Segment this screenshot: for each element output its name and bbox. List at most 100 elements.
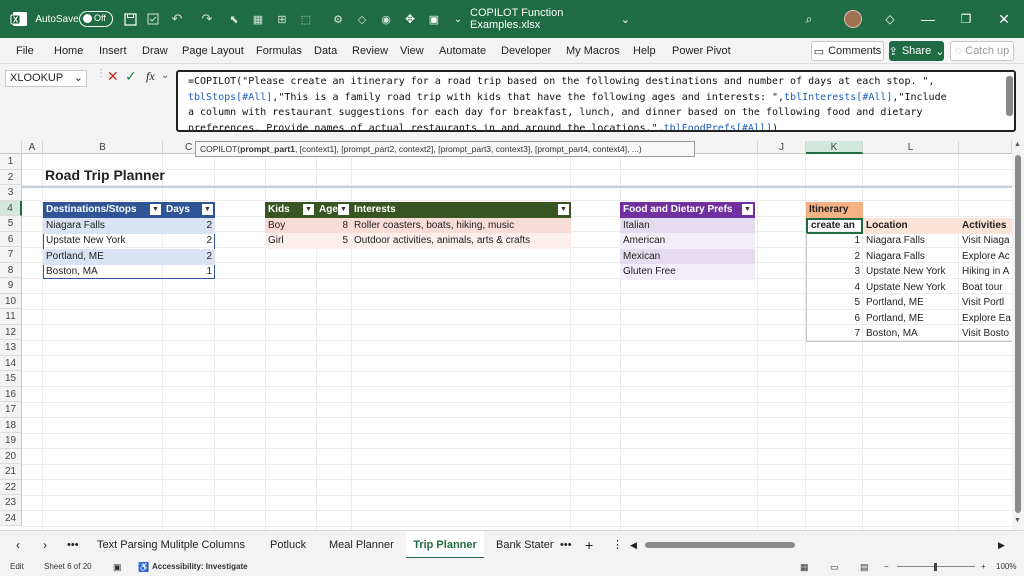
filter-dropdown-icon[interactable]: ▼ [202,204,213,215]
tab-text-parsing[interactable]: Text Parsing Mulitple Columns [97,531,245,559]
stops-header-days[interactable]: Days ▼ [163,202,215,218]
autosave-toggle[interactable]: Off [79,11,113,27]
save-icon[interactable] [120,0,140,38]
table-cell[interactable]: 5 [316,233,351,249]
col-header-l[interactable]: L [863,141,959,154]
row-header[interactable]: 13 [0,340,22,356]
zoom-slider-thumb[interactable] [934,563,937,571]
itinerary-cell[interactable]: Upstate New York [863,280,959,296]
table-cell[interactable]: Gluten Free [620,264,755,280]
menu-page-layout[interactable]: Page Layout [182,38,244,64]
minimize-icon[interactable]: — [918,0,938,38]
restore-icon[interactable]: ❐ [956,0,976,38]
col-header-m[interactable] [959,141,1012,154]
table-cell[interactable]: 2 [163,249,215,265]
row-header[interactable]: 3 [0,185,22,201]
vertical-scrollbar[interactable]: ▲ ▼ [1012,141,1024,530]
close-icon[interactable]: ✕ [994,0,1014,38]
page-break-view-icon[interactable]: ▤ [860,558,869,576]
row-header[interactable]: 7 [0,247,22,263]
food-header[interactable]: Food and Dietary Prefs ▼ [620,202,755,218]
normal-view-icon[interactable]: ▦ [800,558,809,576]
itinerary-cell[interactable]: 7 [806,326,863,342]
row-header[interactable]: 15 [0,371,22,387]
row-header[interactable]: 11 [0,309,22,325]
table-cell[interactable]: Outdoor activities, animals, arts & craf… [351,233,571,249]
row-header[interactable]: 16 [0,386,22,402]
row-header[interactable]: 24 [0,510,22,526]
itinerary-title[interactable]: Itinerary [806,202,863,218]
insert-function-icon[interactable]: fx [146,69,155,84]
catch-up-button[interactable]: ◌ Catch up [950,41,1014,61]
row-header[interactable]: 19 [0,433,22,449]
table-cell[interactable]: Upstate New York [43,233,163,249]
enter-formula-icon[interactable]: ✓ [125,68,137,85]
row-header[interactable]: 6 [0,231,22,247]
menu-developer[interactable]: Developer [501,38,551,64]
tab-scroll-left-icon[interactable]: ‹ [16,531,20,559]
formula-input[interactable]: =COPILOT("Please create an itinerary for… [176,70,1016,132]
row-header[interactable]: 12 [0,324,22,340]
tab-trip-planner[interactable]: Trip Planner [406,531,484,559]
tab-meal-planner[interactable]: Meal Planner [329,531,394,559]
row-header[interactable]: 9 [0,278,22,294]
more-tabs-icon[interactable]: ••• [67,531,79,559]
table-icon[interactable]: ⊞ [274,0,290,38]
format-painter-icon[interactable]: ▦ [250,0,266,38]
itinerary-cell[interactable]: Boston, MA [863,326,959,342]
table-cell[interactable]: 2 [163,233,215,249]
row-header[interactable]: 18 [0,417,22,433]
itinerary-cell[interactable]: 2 [806,249,863,265]
scroll-down-icon[interactable]: ▼ [1014,517,1021,524]
filter-dropdown-icon[interactable]: ▼ [558,204,569,215]
macro-recording-icon[interactable]: ▣ [113,558,122,576]
row-header[interactable]: 17 [0,402,22,418]
table-cell[interactable]: Niagara Falls [43,218,163,234]
row-header[interactable]: 8 [0,262,22,278]
comments-button[interactable]: ▭ Comments [811,41,884,61]
table-cell[interactable]: Mexican [620,249,755,265]
row-header[interactable]: 20 [0,448,22,464]
itinerary-cell[interactable]: Explore Ea [959,311,1012,327]
tab-split-handle-icon[interactable]: ⋮ [612,531,623,559]
itinerary-cell[interactable]: 6 [806,311,863,327]
table-cell[interactable]: Roller coasters, boats, hiking, music [351,218,571,234]
col-header-j[interactable]: J [758,141,806,154]
zoom-level[interactable]: 100% [996,558,1016,576]
accessibility-status[interactable]: Accessibility: Investigate [152,558,248,576]
tab-bank-statement[interactable]: Bank Staten [496,531,554,559]
itinerary-cell[interactable]: Visit Portl [959,295,1012,311]
menu-my-macros[interactable]: My Macros [566,38,620,64]
table-cell[interactable]: Italian [620,218,755,234]
table-cell[interactable]: Boston, MA [43,264,163,280]
checkbox-icon[interactable] [143,0,163,38]
active-cell[interactable]: create an [806,218,863,234]
menu-power-pivot[interactable]: Power Pivot [672,38,731,64]
filter-dropdown-icon[interactable]: ▼ [742,204,753,215]
menu-automate[interactable]: Automate [439,38,486,64]
col-header-b[interactable]: B [43,141,163,154]
stops-header-destination[interactable]: Destinations/Stops ▼ [43,202,163,218]
menu-home[interactable]: Home [54,38,83,64]
page-layout-view-icon[interactable]: ▭ [830,558,839,576]
row-header[interactable]: 2 [0,169,22,185]
row-header[interactable]: 1 [0,154,22,170]
tab-potluck[interactable]: Potluck [270,531,306,559]
camera-icon[interactable]: ◉ [378,0,394,38]
itinerary-cell[interactable]: 5 [806,295,863,311]
itinerary-cell[interactable]: Niagara Falls [863,233,959,249]
avatar[interactable] [843,0,863,38]
menu-data[interactable]: Data [314,38,337,64]
row-header[interactable]: 22 [0,479,22,495]
formula-dropdown-icon[interactable]: ⌄ [161,70,169,81]
move-icon[interactable]: ✥ [402,0,418,38]
row-header[interactable]: 10 [0,293,22,309]
search-icon[interactable]: ⌕ [800,0,818,38]
row-header[interactable]: 14 [0,355,22,371]
menu-insert[interactable]: Insert [99,38,127,64]
tab-scroll-right-icon[interactable]: › [43,531,47,559]
cancel-formula-icon[interactable]: ✕ [107,68,119,85]
interests-header-interests[interactable]: Interests ▼ [351,202,571,218]
hscroll-right-icon[interactable]: ▶ [998,531,1005,559]
filter-dropdown-icon[interactable]: ▼ [303,204,314,215]
